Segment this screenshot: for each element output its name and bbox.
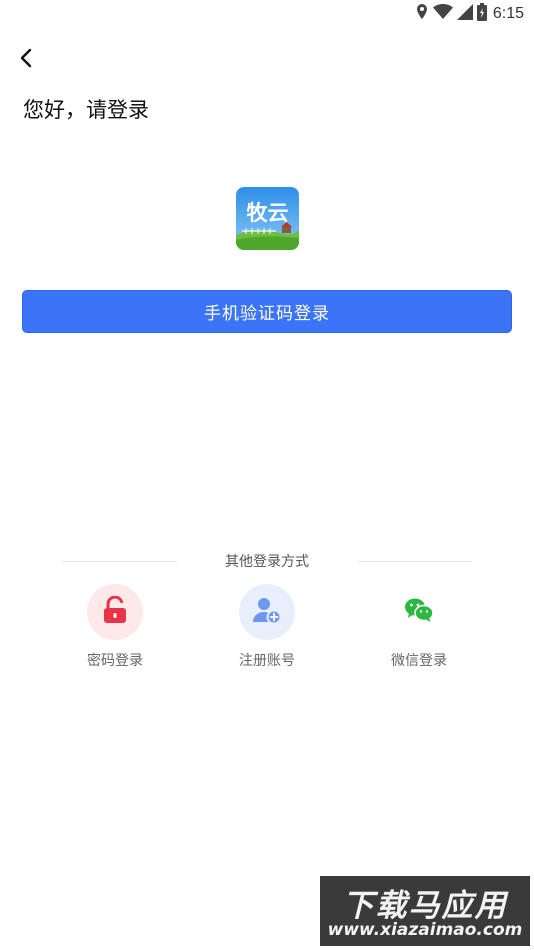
signal-icon	[456, 4, 473, 24]
password-login-circle	[87, 584, 143, 640]
status-bar: 6:15	[0, 0, 534, 28]
register-account-label: 注册账号	[239, 653, 295, 669]
chevron-left-icon	[19, 48, 33, 72]
back-button[interactable]	[12, 46, 40, 74]
battery-icon	[476, 3, 487, 25]
add-user-icon	[252, 596, 282, 628]
register-account-button[interactable]: 注册账号	[212, 584, 322, 670]
logo-text: 牧云	[247, 201, 289, 225]
register-account-circle	[239, 584, 295, 640]
status-icons: 6:15	[415, 3, 524, 25]
lock-icon	[102, 595, 128, 628]
wechat-login-label: 微信登录	[391, 653, 447, 669]
location-icon	[415, 3, 429, 25]
divider-right	[358, 561, 472, 562]
wechat-icon	[404, 597, 434, 627]
app-logo: 牧云	[236, 187, 299, 250]
watermark-title: 下载马应用	[342, 888, 508, 924]
wechat-login-button[interactable]: 微信登录	[364, 584, 474, 670]
wifi-icon	[432, 4, 453, 24]
password-login-button[interactable]: 密码登录	[60, 584, 170, 670]
password-login-label: 密码登录	[87, 653, 143, 669]
watermark: 下载马应用 www.xiazaimao.com	[320, 876, 530, 946]
status-time: 6:15	[492, 5, 524, 22]
sms-login-button[interactable]: 手机验证码登录	[22, 290, 512, 333]
wechat-login-circle	[391, 584, 447, 640]
watermark-url: www.xiazaimao.com	[327, 920, 523, 940]
page-title: 您好，请登录	[23, 98, 149, 122]
